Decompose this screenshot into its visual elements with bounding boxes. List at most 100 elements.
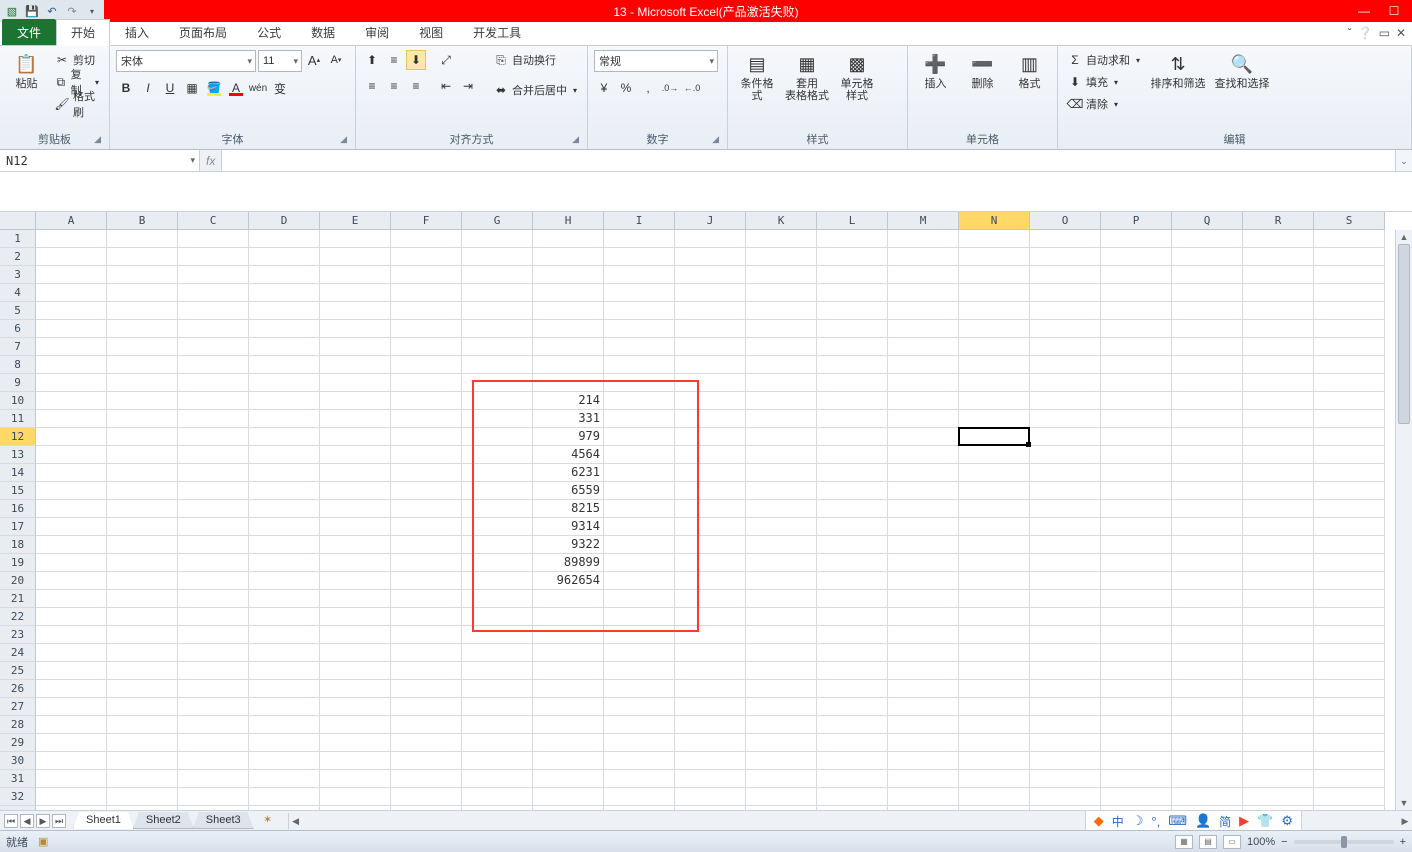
zoom-slider[interactable] bbox=[1294, 840, 1394, 844]
align-right-icon[interactable]: ≡ bbox=[406, 76, 426, 96]
row-header-13[interactable]: 13 bbox=[0, 446, 36, 464]
tray-gear-icon[interactable]: ⚙ bbox=[1281, 813, 1293, 829]
row-header-21[interactable]: 21 bbox=[0, 590, 36, 608]
scroll-right-icon[interactable]: ▶ bbox=[1398, 814, 1412, 828]
row-header-4[interactable]: 4 bbox=[0, 284, 36, 302]
currency-icon[interactable]: ¥ bbox=[594, 78, 614, 98]
close-workbook-icon[interactable]: ✕ bbox=[1396, 26, 1406, 40]
col-header-G[interactable]: G bbox=[462, 212, 533, 230]
cell-H11[interactable]: 331 bbox=[533, 410, 604, 428]
tray-user-icon[interactable]: 👤 bbox=[1195, 813, 1211, 829]
col-header-Q[interactable]: Q bbox=[1172, 212, 1243, 230]
sheet-nav-first-icon[interactable]: ⏮ bbox=[4, 814, 18, 828]
cell-H17[interactable]: 9314 bbox=[533, 518, 604, 536]
italic-icon[interactable]: I bbox=[138, 78, 158, 98]
row-header-32[interactable]: 32 bbox=[0, 788, 36, 806]
align-middle-icon[interactable]: ≡ bbox=[384, 50, 404, 70]
row-header-9[interactable]: 9 bbox=[0, 374, 36, 392]
fill-color-icon[interactable]: 🪣 bbox=[204, 78, 224, 98]
cells-area[interactable]: 2143319794564623165598215931493228989996… bbox=[36, 230, 1385, 810]
col-header-F[interactable]: F bbox=[391, 212, 462, 230]
sheet-nav-last-icon[interactable]: ⏭ bbox=[52, 814, 66, 828]
tab-data[interactable]: 数据 bbox=[296, 19, 350, 45]
percent-icon[interactable]: % bbox=[616, 78, 636, 98]
col-header-K[interactable]: K bbox=[746, 212, 817, 230]
view-pagebreak-icon[interactable]: ▭ bbox=[1223, 835, 1241, 849]
row-header-3[interactable]: 3 bbox=[0, 266, 36, 284]
col-header-E[interactable]: E bbox=[320, 212, 391, 230]
row-header-26[interactable]: 26 bbox=[0, 680, 36, 698]
sheet-nav-prev-icon[interactable]: ◀ bbox=[20, 814, 34, 828]
cell-style-button[interactable]: ▩单元格样式 bbox=[834, 50, 880, 104]
phonetic-icon[interactable]: wén bbox=[248, 78, 268, 98]
row-header-7[interactable]: 7 bbox=[0, 338, 36, 356]
row-header-18[interactable]: 18 bbox=[0, 536, 36, 554]
col-header-O[interactable]: O bbox=[1030, 212, 1101, 230]
scroll-down-icon[interactable]: ▼ bbox=[1396, 796, 1412, 810]
cell-H14[interactable]: 6231 bbox=[533, 464, 604, 482]
row-header-10[interactable]: 10 bbox=[0, 392, 36, 410]
insert-cells-button[interactable]: ➕插入 bbox=[914, 50, 957, 92]
col-header-I[interactable]: I bbox=[604, 212, 675, 230]
sheet-tab-sheet2[interactable]: Sheet2 bbox=[133, 812, 194, 829]
row-header-12[interactable]: 12 bbox=[0, 428, 36, 446]
format-cells-button[interactable]: ▥格式 bbox=[1008, 50, 1051, 92]
zoom-in-icon[interactable]: + bbox=[1400, 836, 1406, 848]
col-header-C[interactable]: C bbox=[178, 212, 249, 230]
save-icon[interactable]: 💾 bbox=[24, 3, 40, 19]
row-header-27[interactable]: 27 bbox=[0, 698, 36, 716]
table-format-button[interactable]: ▦套用 表格格式 bbox=[784, 50, 830, 104]
cell-H10[interactable]: 214 bbox=[533, 392, 604, 410]
delete-cells-button[interactable]: ➖删除 bbox=[961, 50, 1004, 92]
col-header-H[interactable]: H bbox=[533, 212, 604, 230]
wrap-text-button[interactable]: ⎘自动换行 bbox=[490, 50, 581, 70]
row-header-30[interactable]: 30 bbox=[0, 752, 36, 770]
tray-punct-icon[interactable]: °, bbox=[1151, 814, 1160, 829]
bold-icon[interactable]: B bbox=[116, 78, 136, 98]
cell-H18[interactable]: 9322 bbox=[533, 536, 604, 554]
ribbon-min2-icon[interactable]: ▭ bbox=[1379, 26, 1390, 40]
sheet-nav-next-icon[interactable]: ▶ bbox=[36, 814, 50, 828]
cell-H13[interactable]: 4564 bbox=[533, 446, 604, 464]
tray-app-icon[interactable]: ◆ bbox=[1094, 813, 1104, 829]
find-select-button[interactable]: 🔍查找和选择 bbox=[1212, 50, 1272, 92]
format-painter-button[interactable]: 🖌格式刷 bbox=[51, 94, 103, 114]
shrink-font-icon[interactable]: A▾ bbox=[326, 50, 346, 70]
tray-keyboard-icon[interactable]: ⌨ bbox=[1168, 813, 1187, 829]
cond-format-button[interactable]: ▤条件格式 bbox=[734, 50, 780, 104]
orientation-icon[interactable]: ⤢ bbox=[436, 50, 456, 70]
align-left-icon[interactable]: ≡ bbox=[362, 76, 382, 96]
tray-lang[interactable]: 中 bbox=[1112, 813, 1124, 830]
row-header-31[interactable]: 31 bbox=[0, 770, 36, 788]
col-header-L[interactable]: L bbox=[817, 212, 888, 230]
row-header-24[interactable]: 24 bbox=[0, 644, 36, 662]
font-size-select[interactable]: 11 bbox=[258, 50, 302, 72]
undo-icon[interactable]: ↶ bbox=[44, 3, 60, 19]
align-top-icon[interactable]: ⬆ bbox=[362, 50, 382, 70]
clipboard-launcher-icon[interactable]: ◢ bbox=[94, 134, 101, 145]
formula-input[interactable] bbox=[222, 150, 1395, 171]
sheet-tab-sheet1[interactable]: Sheet1 bbox=[73, 812, 134, 829]
tray-moon-icon[interactable]: ☽ bbox=[1132, 813, 1144, 829]
tab-dev[interactable]: 开发工具 bbox=[458, 19, 536, 45]
select-all-corner[interactable] bbox=[0, 212, 36, 230]
row-header-11[interactable]: 11 bbox=[0, 410, 36, 428]
minimize-button[interactable]: — bbox=[1354, 4, 1374, 18]
clear-button[interactable]: ⌫清除▾ bbox=[1064, 94, 1144, 114]
formula-expand-icon[interactable]: ⌄ bbox=[1395, 150, 1412, 171]
align-launcher-icon[interactable]: ◢ bbox=[572, 134, 579, 145]
number-launcher-icon[interactable]: ◢ bbox=[712, 134, 719, 145]
grow-font-icon[interactable]: A▴ bbox=[304, 50, 324, 70]
dec-inc-icon[interactable]: .0→ bbox=[660, 78, 680, 98]
cell-H15[interactable]: 6559 bbox=[533, 482, 604, 500]
row-header-15[interactable]: 15 bbox=[0, 482, 36, 500]
row-header-19[interactable]: 19 bbox=[0, 554, 36, 572]
row-header-17[interactable]: 17 bbox=[0, 518, 36, 536]
ribbon-minimize-icon[interactable]: ˇ bbox=[1348, 26, 1352, 40]
font-name-select[interactable]: 宋体 bbox=[116, 50, 256, 72]
indent-dec-icon[interactable]: ⇤ bbox=[436, 76, 456, 96]
scroll-up-icon[interactable]: ▲ bbox=[1396, 230, 1412, 244]
col-header-S[interactable]: S bbox=[1314, 212, 1385, 230]
row-header-1[interactable]: 1 bbox=[0, 230, 36, 248]
clear-format-icon[interactable]: 变 bbox=[270, 78, 290, 98]
